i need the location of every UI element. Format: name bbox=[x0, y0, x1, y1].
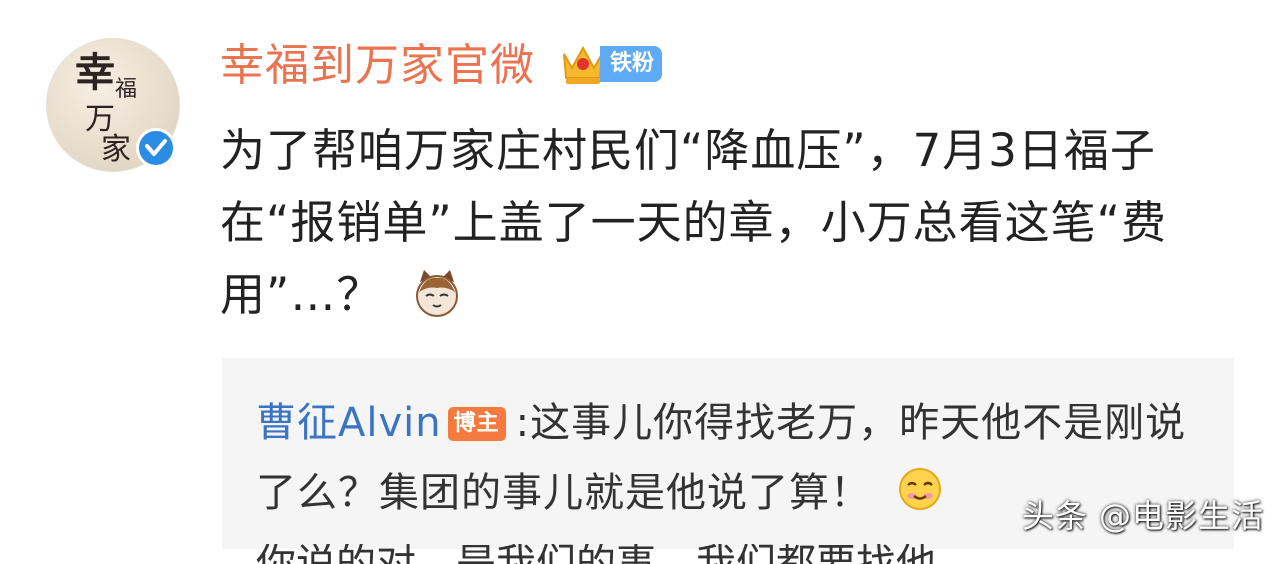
repost-author-link[interactable]: 曹征Alvin bbox=[256, 400, 442, 446]
verified-icon bbox=[136, 128, 176, 168]
fan-badge: 铁粉 bbox=[600, 46, 663, 82]
avatar-char: 幸 bbox=[75, 49, 115, 96]
watermark: 头条 @电影生活 bbox=[1021, 497, 1264, 535]
avatar-char: 家 bbox=[101, 132, 131, 167]
repost-next-line-partial: 你说的对，是我们的事，我们都要找他 bbox=[256, 544, 1216, 564]
smile-emoji-icon bbox=[898, 468, 941, 510]
post-body: 为了帮咱万家庄村民们“降血压”，7月3日福子在“报销单”上盖了一天的章，小万总看… bbox=[220, 115, 1240, 331]
avatar-char: 万 bbox=[85, 102, 115, 137]
author-name[interactable]: 幸福到万家官微 bbox=[220, 38, 535, 94]
blogger-badge: 博主 bbox=[447, 407, 506, 441]
post-text: 为了帮咱万家庄村民们“降血压”，7月3日福子在“报销单”上盖了一天的章，小万总看… bbox=[220, 124, 1167, 321]
avatar-char: 福 bbox=[115, 77, 138, 102]
cat-emoji-icon bbox=[415, 270, 458, 317]
